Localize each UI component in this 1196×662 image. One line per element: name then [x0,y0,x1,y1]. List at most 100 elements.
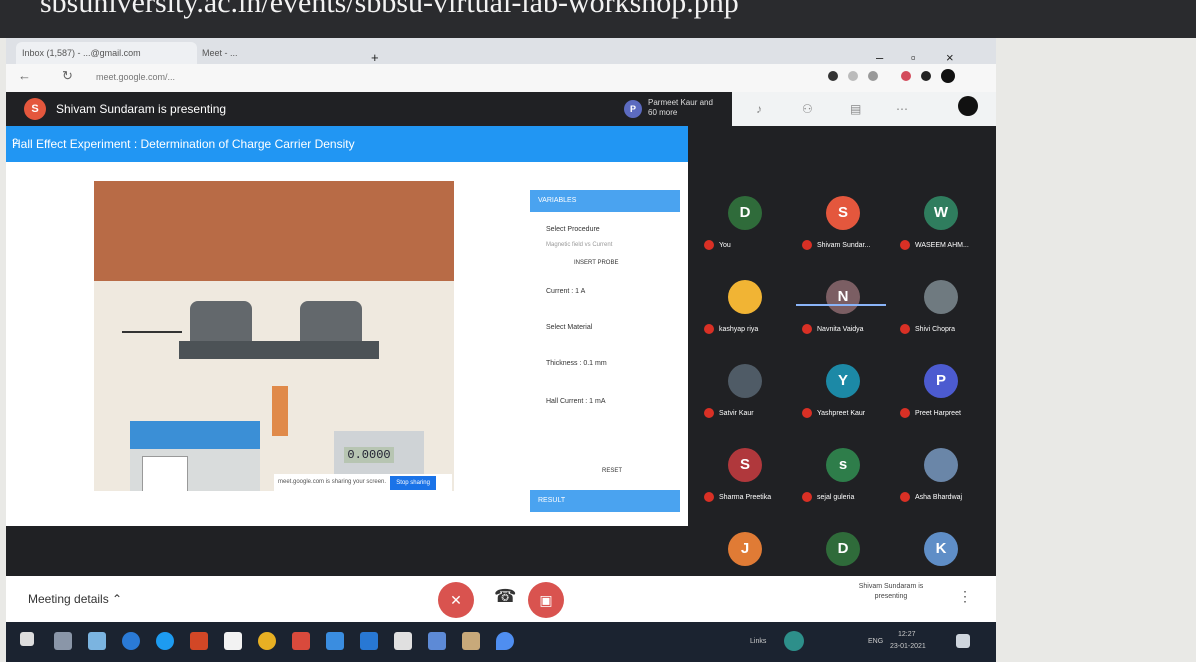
edge-new-icon[interactable] [156,632,174,650]
chrome-icon[interactable] [258,632,276,650]
back-icon[interactable]: ← [18,68,31,83]
participant-tile[interactable]: P Preet Harpreet [892,356,990,440]
extension-icon[interactable] [848,71,858,81]
more-options-icon[interactable]: ⋮ [958,588,972,605]
chat-icon[interactable]: ▤ [850,102,861,116]
current-label: Current : 1 A [546,288,586,295]
tab-meet[interactable]: Meet - ... [196,42,372,64]
insert-probe-button[interactable]: INSERT PROBE [574,260,618,266]
participant-tile[interactable]: Satvir Kaur [696,356,794,440]
sharing-dialog-text: meet.google.com is sharing your screen. [278,479,387,485]
participant-tile[interactable]: S Sharma Preetika [696,440,794,524]
lab-header: Hall Effect Experiment : Determination o… [6,126,688,162]
participant-name: Navnita Vaidya [802,324,890,334]
app-icon[interactable] [496,632,514,650]
hall-current-label: Hall Current : 1 mA [546,398,606,405]
url-banner-text: sbsuniversity.ac.in/events/sbbsu-virtual… [40,0,739,19]
participant-tile[interactable]: s sejal guleria [794,440,892,524]
skype-icon[interactable] [326,632,344,650]
mic-off-button[interactable]: ✕ [438,582,474,618]
mic-muted-icon [802,492,812,502]
store-icon[interactable] [224,632,242,650]
laptop-screen: Inbox (1,587) - ...@gmail.com Meet - ...… [6,38,996,662]
extension-icon[interactable] [901,71,911,81]
participant-name-label: Asha Bhardwaj [915,493,963,501]
procedure-select[interactable]: Magnetic field vs Current [546,242,612,248]
taskbar-links[interactable]: Links [750,638,766,645]
close-window-icon[interactable]: × [946,50,954,65]
hangup-button[interactable]: ☎ [494,586,516,607]
participant-tile[interactable]: Asha Bhardwaj [892,440,990,524]
participant-avatar [924,448,958,482]
meeting-details-button[interactable]: Meeting details ⌃ [28,592,122,606]
participant-tile[interactable]: W WASEEM AHM... [892,188,990,272]
edge-icon[interactable] [122,632,140,650]
url-field[interactable]: meet.google.com/... [96,72,175,82]
participant-tile[interactable]: D You [696,188,794,272]
participant-name: Asha Bhardwaj [900,492,988,502]
participant-name-label: Shivi Chopra [915,325,956,333]
app-icon[interactable] [360,632,378,650]
hall-probe[interactable] [272,386,288,436]
clock-time[interactable]: 12:27 [898,631,916,638]
presenter-text: Shivam Sundaram is presenting [56,102,227,116]
extension-icon[interactable] [921,71,931,81]
participant-name: Preet Harpreet [900,408,988,418]
stop-sharing-button[interactable]: Stop sharing [390,476,436,490]
help-icon[interactable]: ? [12,137,638,149]
participant-name: Shivam Sundar... [802,240,890,250]
tab-gmail[interactable]: Inbox (1,587) - ...@gmail.com [16,42,197,64]
language-indicator[interactable]: ENG [868,638,883,645]
participant-name-label: You [719,241,731,249]
reload-icon[interactable]: ↻ [62,68,73,84]
mic-icon[interactable]: ♪ [756,102,762,116]
people-icon[interactable]: ⚇ [802,102,813,116]
participant-tile[interactable]: Shivi Chopra [892,272,990,356]
others-text: Parmeet Kaur and 60 more [648,98,713,117]
extension-icon[interactable] [828,71,838,81]
participant-name: WASEEM AHM... [900,240,988,250]
mic-muted-icon [900,492,910,502]
profile-avatar[interactable] [941,69,955,83]
participant-tile[interactable]: Y Yashpreet Kaur [794,356,892,440]
app-icon[interactable] [462,632,480,650]
participant-tile[interactable]: S Shivam Sundar... [794,188,892,272]
notifications-icon[interactable] [956,634,970,648]
result-header[interactable]: RESULT [530,490,680,512]
participant-name: sejal guleria [802,492,890,502]
participant-avatar [728,364,762,398]
participant-name: You [704,240,792,250]
new-tab-icon[interactable]: + [371,50,379,65]
task-view-icon[interactable] [54,632,72,650]
address-bar: ← ↻ meet.google.com/... [6,64,996,92]
network-activity-icon[interactable] [784,631,804,651]
presenting-status[interactable]: Shivam Sundaram is presenting [856,582,926,602]
app-icon[interactable] [394,632,412,650]
minimize-icon[interactable]: – [876,50,883,65]
meet-window: S Shivam Sundaram is presenting P Parmee… [6,92,996,662]
participant-tile[interactable]: N Navnita Vaidya [794,272,892,356]
participant-avatar: K [924,532,958,566]
maximize-icon[interactable]: ▫ [911,50,916,65]
power-supply-top [130,421,260,449]
participant-name-label: Navnita Vaidya [817,325,864,333]
camera-off-button[interactable]: ▣ [528,582,564,618]
variables-header[interactable]: VARIABLES [530,190,680,212]
app-icon[interactable] [428,632,446,650]
mic-muted-icon [802,240,812,250]
self-avatar-icon[interactable] [958,96,978,116]
tab-meet-label: Meet - ... [202,48,238,58]
mail-icon[interactable] [292,632,310,650]
clock-date[interactable]: 23-01-2021 [890,643,926,650]
pdf-icon[interactable] [190,632,208,650]
participant-name-label: sejal guleria [817,493,855,501]
activities-icon[interactable]: ⋯ [896,102,908,116]
reset-button[interactable]: RESET [602,468,622,474]
star-icon[interactable] [868,71,878,81]
app-icon[interactable] [88,632,106,650]
windows-start-icon[interactable] [20,632,34,646]
meeting-details-label: Meeting details [28,592,109,606]
participant-name-label: Shivam Sundar... [817,241,871,249]
participant-avatar: N [826,280,860,314]
participant-tile[interactable]: kashyap riya [696,272,794,356]
